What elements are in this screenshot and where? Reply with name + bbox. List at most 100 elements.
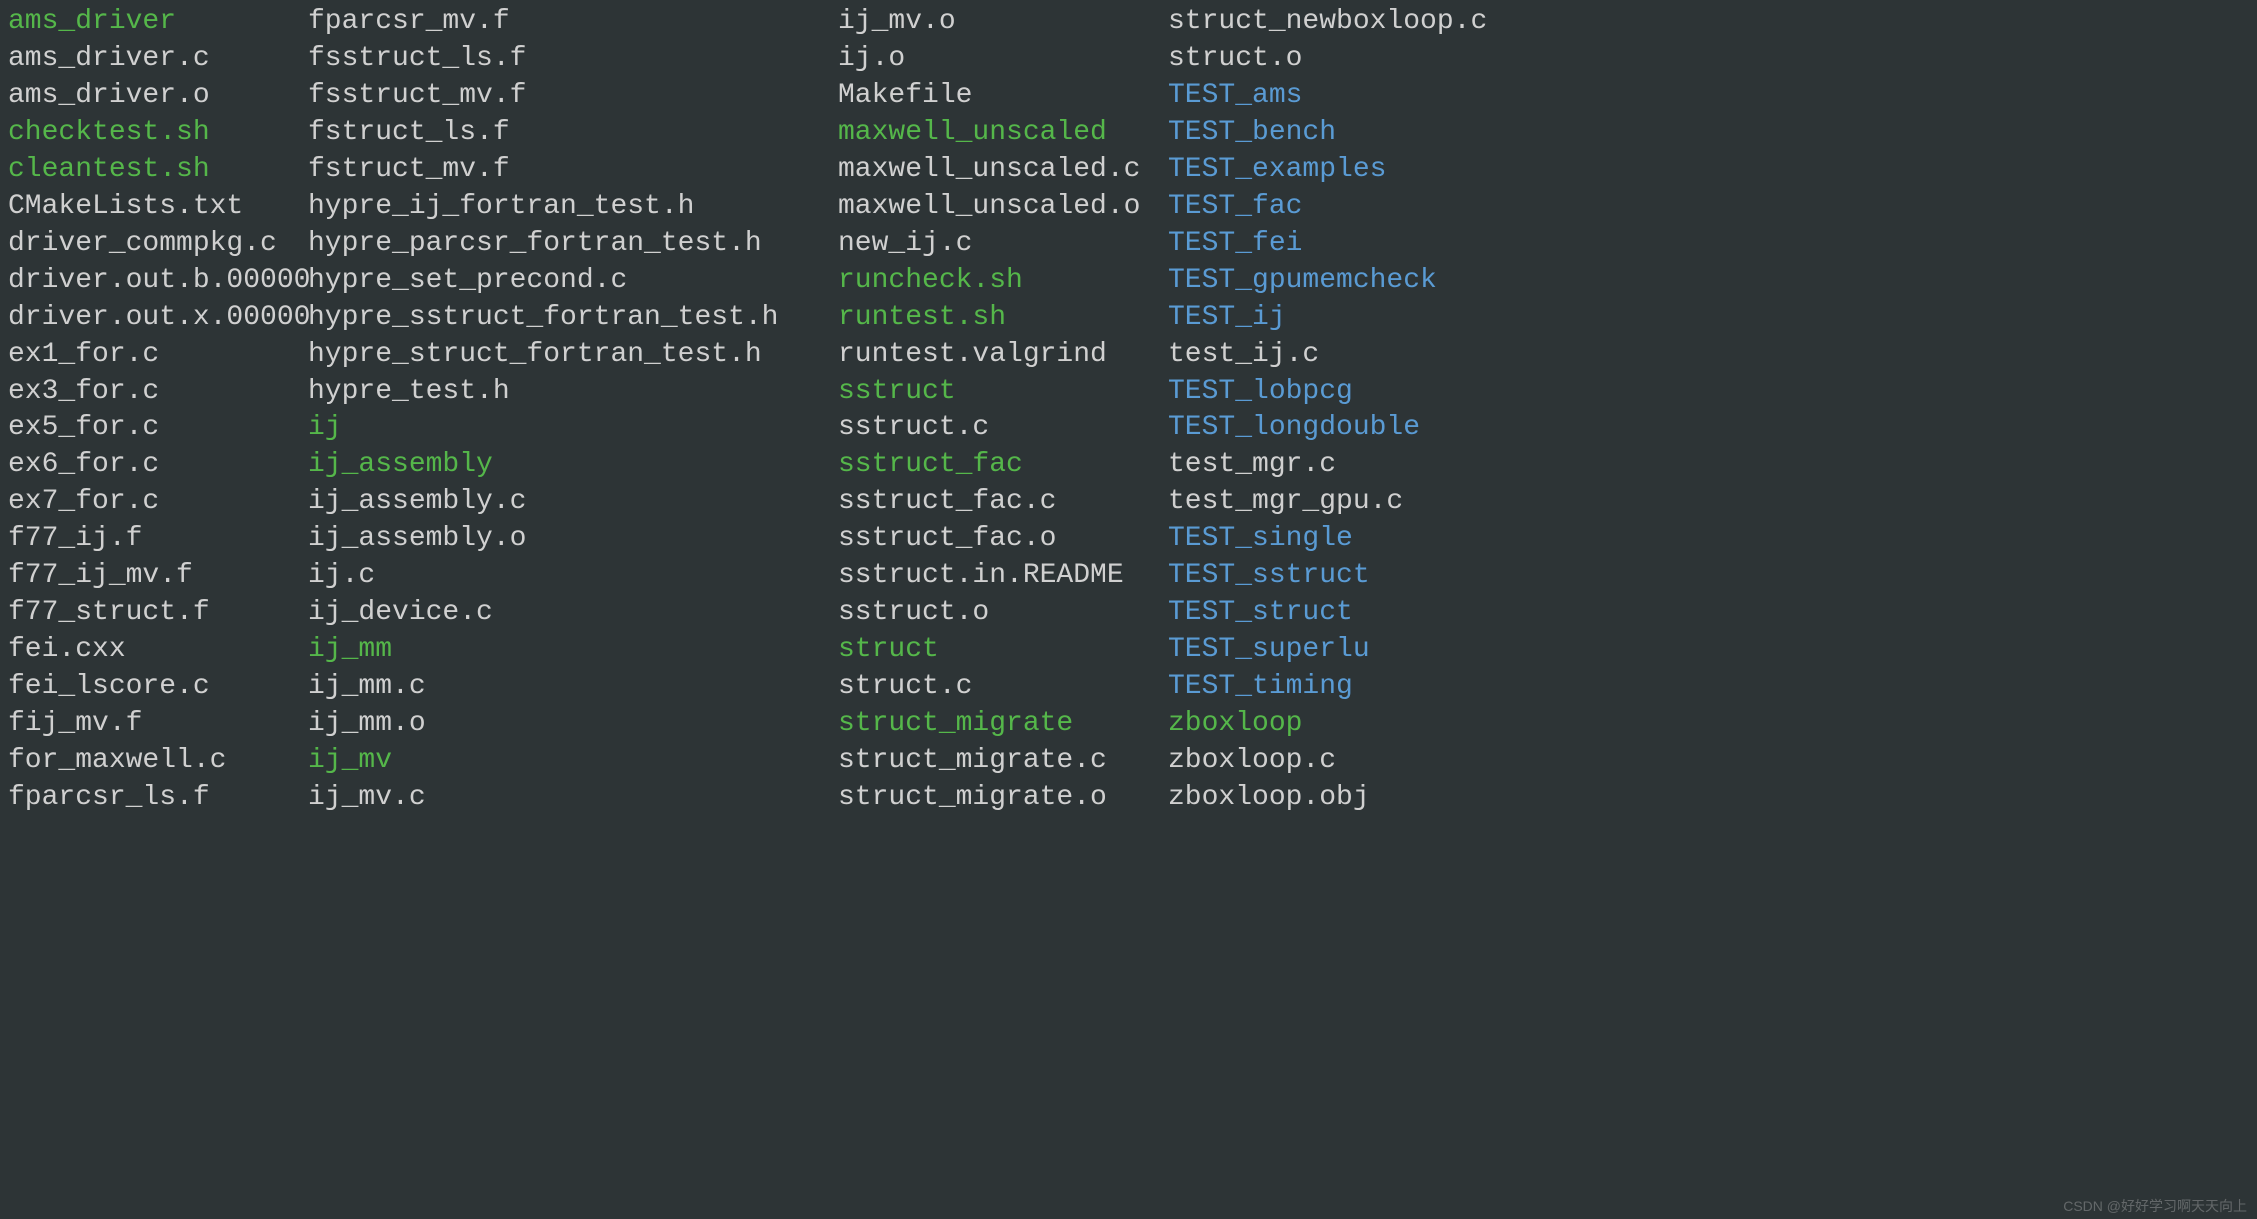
listing-row: ex6_for.cij_assemblysstruct_factest_mgr.… [8,447,2249,484]
file-entry: hypre_set_precond.c [308,263,838,300]
file-entry: test_mgr_gpu.c [1168,484,1508,521]
file-entry: struct.o [1168,41,1508,78]
file-entry: ij.c [308,558,838,595]
file-entry: TEST_examples [1168,152,1508,189]
file-entry: ij_mv.c [308,780,838,817]
listing-row: driver.out.b.00000hypre_set_precond.crun… [8,263,2249,300]
file-entry: struct_newboxloop.c [1168,4,1508,41]
file-entry: ij_mm.o [308,706,838,743]
file-entry: maxwell_unscaled.o [838,189,1168,226]
file-entry: checktest.sh [8,115,308,152]
file-entry: ams_driver.c [8,41,308,78]
file-entry: struct_migrate.o [838,780,1168,817]
terminal-ls-output: ams_driverfparcsr_mv.fij_mv.ostruct_newb… [0,0,2257,821]
listing-row: fei.cxxij_mmstructTEST_superlu [8,632,2249,669]
file-entry: hypre_parcsr_fortran_test.h [308,226,838,263]
file-entry: sstruct_fac [838,447,1168,484]
listing-row: ex7_for.cij_assembly.csstruct_fac.ctest_… [8,484,2249,521]
file-entry: driver_commpkg.c [8,226,308,263]
file-entry: fij_mv.f [8,706,308,743]
file-entry: ij_device.c [308,595,838,632]
file-entry: test_mgr.c [1168,447,1508,484]
file-entry: ams_driver [8,4,308,41]
file-entry: runcheck.sh [838,263,1168,300]
file-entry: new_ij.c [838,226,1168,263]
listing-row: ex3_for.chypre_test.hsstructTEST_lobpcg [8,374,2249,411]
file-entry: sstruct.in.README [838,558,1168,595]
file-entry: TEST_sstruct [1168,558,1508,595]
file-entry: ex3_for.c [8,374,308,411]
listing-row: driver.out.x.00000hypre_sstruct_fortran_… [8,300,2249,337]
file-entry: ij_mm [308,632,838,669]
file-entry: cleantest.sh [8,152,308,189]
listing-row: ex1_for.chypre_struct_fortran_test.hrunt… [8,337,2249,374]
listing-row: checktest.shfstruct_ls.fmaxwell_unscaled… [8,115,2249,152]
file-entry: struct [838,632,1168,669]
file-entry: ij_mv [308,743,838,780]
listing-row: driver_commpkg.chypre_parcsr_fortran_tes… [8,226,2249,263]
file-entry: ex5_for.c [8,410,308,447]
file-entry: ex7_for.c [8,484,308,521]
file-entry: struct_migrate.c [838,743,1168,780]
listing-row: ex5_for.cijsstruct.cTEST_longdouble [8,410,2249,447]
watermark-text: CSDN @好好学习啊天天向上 [2063,1197,2247,1215]
listing-row: ams_driver.cfsstruct_ls.fij.ostruct.o [8,41,2249,78]
listing-row: f77_struct.fij_device.csstruct.oTEST_str… [8,595,2249,632]
file-entry: driver.out.b.00000 [8,263,308,300]
file-entry: CMakeLists.txt [8,189,308,226]
file-entry: TEST_ams [1168,78,1508,115]
file-entry: hypre_ij_fortran_test.h [308,189,838,226]
file-entry: sstruct.c [838,410,1168,447]
file-entry: TEST_lobpcg [1168,374,1508,411]
file-entry: f77_ij_mv.f [8,558,308,595]
file-entry: hypre_sstruct_fortran_test.h [308,300,838,337]
file-entry: ams_driver.o [8,78,308,115]
file-entry: TEST_timing [1168,669,1508,706]
file-entry: zboxloop.obj [1168,780,1508,817]
file-entry: fsstruct_ls.f [308,41,838,78]
file-entry: fparcsr_ls.f [8,780,308,817]
file-entry: driver.out.x.00000 [8,300,308,337]
file-entry: struct_migrate [838,706,1168,743]
file-entry: TEST_gpumemcheck [1168,263,1508,300]
file-entry: ij_assembly.c [308,484,838,521]
file-entry: maxwell_unscaled [838,115,1168,152]
file-entry: zboxloop [1168,706,1508,743]
file-entry: fsstruct_mv.f [308,78,838,115]
file-entry: ij [308,410,838,447]
file-entry: fparcsr_mv.f [308,4,838,41]
listing-row: ams_driver.ofsstruct_mv.fMakefileTEST_am… [8,78,2249,115]
file-entry: ij_mm.c [308,669,838,706]
file-entry: TEST_longdouble [1168,410,1508,447]
file-entry: ij_assembly [308,447,838,484]
file-entry: ex6_for.c [8,447,308,484]
file-entry: TEST_superlu [1168,632,1508,669]
file-entry: Makefile [838,78,1168,115]
file-entry: runtest.sh [838,300,1168,337]
file-entry: ij_assembly.o [308,521,838,558]
file-entry: TEST_fac [1168,189,1508,226]
listing-row: fei_lscore.cij_mm.cstruct.cTEST_timing [8,669,2249,706]
listing-row: f77_ij.fij_assembly.osstruct_fac.oTEST_s… [8,521,2249,558]
file-entry: maxwell_unscaled.c [838,152,1168,189]
file-entry: ij_mv.o [838,4,1168,41]
listing-row: fparcsr_ls.fij_mv.cstruct_migrate.ozboxl… [8,780,2249,817]
file-entry: for_maxwell.c [8,743,308,780]
file-entry: ij.o [838,41,1168,78]
file-entry: fei_lscore.c [8,669,308,706]
listing-row: f77_ij_mv.fij.csstruct.in.READMETEST_sst… [8,558,2249,595]
file-entry: sstruct [838,374,1168,411]
file-entry: sstruct.o [838,595,1168,632]
file-entry: zboxloop.c [1168,743,1508,780]
file-entry: sstruct_fac.c [838,484,1168,521]
file-entry: TEST_ij [1168,300,1508,337]
file-entry: f77_ij.f [8,521,308,558]
file-entry: fstruct_ls.f [308,115,838,152]
file-entry: fstruct_mv.f [308,152,838,189]
file-entry: hypre_test.h [308,374,838,411]
listing-row: ams_driverfparcsr_mv.fij_mv.ostruct_newb… [8,4,2249,41]
file-entry: TEST_struct [1168,595,1508,632]
file-entry: f77_struct.f [8,595,308,632]
file-entry: test_ij.c [1168,337,1508,374]
file-entry: TEST_fei [1168,226,1508,263]
